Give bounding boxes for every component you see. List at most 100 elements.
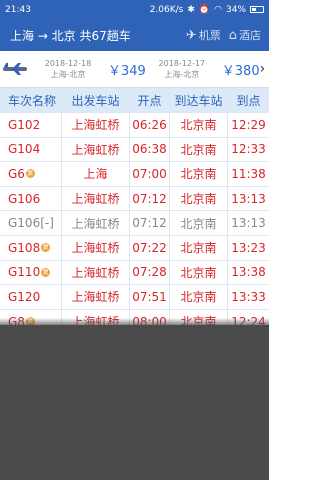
arrival-time-text: 13:33 bbox=[231, 289, 266, 304]
departure-station-text: 上海虹桥 bbox=[71, 241, 120, 256]
departure-time-text: 07:12 bbox=[132, 191, 167, 206]
departure-time: 07:28 bbox=[130, 260, 170, 285]
departure-station: 上海虹桥 bbox=[62, 285, 130, 309]
arrival-station: 北京南 bbox=[170, 285, 228, 309]
train-name-text: G104 bbox=[8, 142, 41, 157]
fare-price: ￥380 bbox=[221, 63, 260, 79]
arrival-station-text: 北京南 bbox=[180, 118, 217, 133]
arrival-time: 11:38 bbox=[228, 162, 269, 186]
fare-option-1[interactable]: 2018-12-18 上海-北京 ￥349 bbox=[32, 51, 146, 87]
departure-time-text: 06:26 bbox=[132, 117, 167, 132]
departure-station: 上海虹桥 bbox=[62, 235, 130, 260]
arrival-station: 北京南 bbox=[170, 113, 228, 137]
train-name-text: G110 bbox=[8, 265, 41, 280]
train-name-text: G106 bbox=[8, 191, 41, 206]
table-row[interactable]: G102 上海虹桥 06:26 北京南 12:29 bbox=[0, 113, 269, 138]
arrival-station-text: 北京南 bbox=[180, 167, 217, 182]
departure-station-text: 上海虹桥 bbox=[71, 265, 120, 280]
arrival-station: 北京南 bbox=[170, 235, 228, 260]
arrival-time-text: 13:13 bbox=[231, 216, 266, 231]
departure-time: 06:38 bbox=[130, 137, 170, 162]
column-header-from[interactable]: 出发车站 bbox=[62, 88, 130, 112]
departure-station-text: 上海虹桥 bbox=[71, 216, 120, 231]
arrival-station: 北京南 bbox=[170, 162, 228, 186]
arrival-station: 北京南 bbox=[170, 137, 228, 162]
departure-time-text: 06:38 bbox=[132, 142, 167, 157]
hotel-label: 酒店 bbox=[239, 29, 261, 42]
fare-route: 上海-北京 bbox=[50, 70, 86, 79]
table-header: 车次名称 出发车站 开点 到达车站 到点 bbox=[0, 88, 269, 113]
arrival-time: 13:13 bbox=[228, 187, 269, 211]
fuxing-badge-icon: 复 bbox=[41, 243, 51, 253]
departure-station: 上海虹桥 bbox=[62, 186, 130, 211]
arrival-time-text: 12:29 bbox=[231, 117, 266, 132]
table-row[interactable]: G106[-] 上海虹桥 07:12 北京南 13:13 bbox=[0, 211, 269, 236]
fare-date: 2018-12-17 bbox=[158, 59, 206, 68]
arrival-station-text: 北京南 bbox=[180, 216, 217, 231]
arrival-time: 13:33 bbox=[228, 285, 269, 309]
column-header-train[interactable]: 车次名称 bbox=[0, 88, 62, 112]
fare-option-2[interactable]: 2018-12-17 上海-北京 ￥380 bbox=[146, 51, 260, 87]
train-name: G110 复 bbox=[0, 260, 62, 285]
departure-time: 07:12 bbox=[130, 186, 170, 211]
departure-station-text: 上海虹桥 bbox=[71, 192, 120, 207]
train-name: G106[-] bbox=[0, 211, 62, 235]
alarm-icon: ⏰ bbox=[198, 4, 211, 15]
arrival-time-text: 11:38 bbox=[231, 166, 266, 181]
fare-route: 上海-北京 bbox=[164, 70, 200, 79]
departure-time-text: 07:28 bbox=[132, 265, 167, 280]
arrival-station: 北京南 bbox=[170, 186, 228, 211]
table-row[interactable]: G6 复 上海 07:00 北京南 11:38 bbox=[0, 162, 269, 187]
train-name-text: G120 bbox=[8, 289, 41, 304]
train-name: G120 bbox=[0, 285, 62, 309]
table-row[interactable]: G120 上海虹桥 07:51 北京南 13:33 bbox=[0, 285, 269, 310]
battery-level: 34% bbox=[225, 4, 246, 15]
fuxing-badge-icon: 复 bbox=[41, 267, 51, 277]
arrival-station-text: 北京南 bbox=[180, 142, 217, 157]
departure-time: 07:00 bbox=[130, 162, 170, 186]
departure-station-text: 上海 bbox=[83, 167, 108, 182]
fare-info: 2018-12-18 上海-北京 bbox=[32, 58, 104, 80]
departure-time: 07:12 bbox=[130, 211, 170, 235]
arrival-time-text: 13:23 bbox=[231, 240, 266, 255]
departure-time-text: 07:22 bbox=[132, 240, 167, 255]
table-row[interactable]: G104 上海虹桥 06:38 北京南 12:33 bbox=[0, 137, 269, 163]
departure-time: 07:22 bbox=[130, 235, 170, 260]
departure-station-text: 上海虹桥 bbox=[71, 290, 120, 305]
page-title: 上海 → 北京 共67趟车 bbox=[10, 28, 131, 43]
flight-button[interactable]: ✈ 机票 bbox=[186, 27, 221, 43]
departure-station: 上海虹桥 bbox=[62, 260, 130, 285]
column-header-arrival[interactable]: 到点 bbox=[228, 88, 269, 112]
fuxing-badge-icon: 复 bbox=[25, 169, 35, 179]
hotel-button[interactable]: ⌂ 酒店 bbox=[229, 27, 261, 43]
train-name-text: G6 bbox=[8, 166, 25, 181]
departure-time-text: 07:00 bbox=[132, 166, 167, 181]
arrival-station: 北京南 bbox=[170, 211, 228, 235]
arrival-station: 北京南 bbox=[170, 260, 228, 285]
flight-label: 机票 bbox=[198, 29, 221, 42]
departure-time-text: 07:51 bbox=[132, 289, 167, 304]
chevron-right-icon[interactable]: › bbox=[260, 61, 269, 77]
table-row[interactable]: G108 复上海虹桥 07:22 北京南 13:23 bbox=[0, 235, 269, 261]
fare-date: 2018-12-18 bbox=[44, 59, 92, 68]
fare-price: ￥349 bbox=[107, 63, 146, 79]
table-row[interactable]: G110 复上海虹桥 07:28 北京南 13:38 bbox=[0, 260, 269, 286]
network-speed: 2.06K/s bbox=[149, 4, 184, 15]
arrival-time: 12:33 bbox=[228, 138, 269, 162]
departure-station: 上海虹桥 bbox=[62, 211, 130, 235]
table-row[interactable]: G106 上海虹桥 07:12 北京南 13:13 bbox=[0, 186, 269, 212]
arrival-time-text: 13:38 bbox=[231, 265, 266, 280]
arrival-time: 13:38 bbox=[228, 261, 269, 285]
departure-station: 上海虹桥 bbox=[62, 137, 130, 162]
train-name: G102 bbox=[0, 113, 62, 137]
battery-icon bbox=[250, 6, 264, 13]
bluetooth-icon: ✱ bbox=[187, 4, 195, 15]
column-header-to[interactable]: 到达车站 bbox=[170, 88, 228, 112]
column-header-departure[interactable]: 开点 bbox=[130, 88, 170, 112]
arrival-time: 13:13 bbox=[228, 211, 269, 235]
page-header: 上海 → 北京 共67趟车 ✈ 机票 ⌂ 酒店 bbox=[0, 19, 269, 51]
train-name: G106 bbox=[0, 186, 62, 211]
arrival-time-text: 13:13 bbox=[231, 191, 266, 206]
departure-station: 上海虹桥 bbox=[62, 113, 130, 137]
arrival-time: 12:29 bbox=[228, 113, 269, 137]
